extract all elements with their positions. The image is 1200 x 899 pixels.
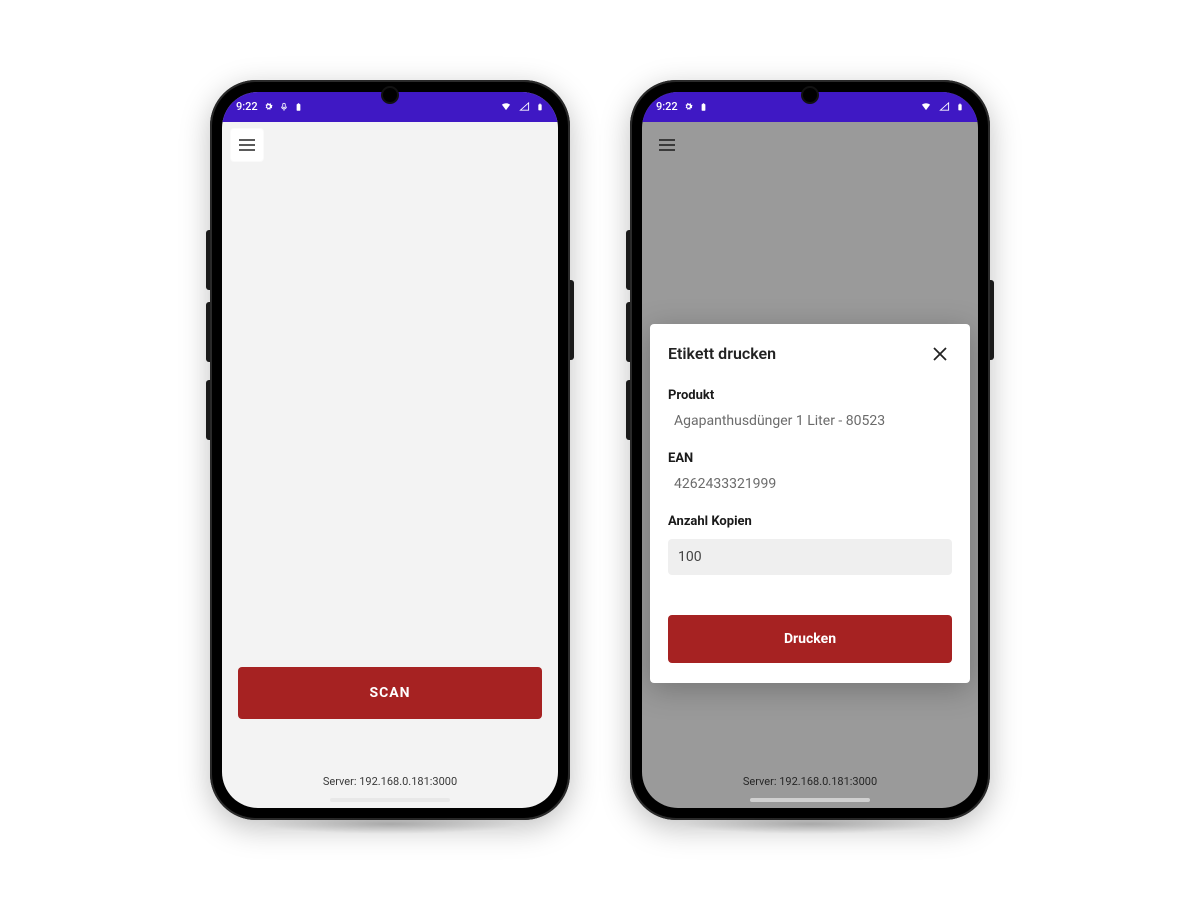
battery-icon [956,101,964,113]
print-button[interactable]: Drucken [668,615,952,663]
app-header [222,122,558,168]
print-dialog: Etikett drucken Produkt Agapanthusdünger… [650,324,970,683]
home-indicator[interactable] [330,798,450,802]
copies-input[interactable]: 100 [668,539,952,575]
battery-icon [536,101,544,113]
scan-button[interactable]: SCAN [238,667,542,719]
print-button-label: Drucken [784,631,836,647]
status-time: 9:22 [656,100,678,113]
product-label: Produkt [668,388,952,403]
mic-icon [279,101,289,113]
mockup-stage: 9:22 SCAN [0,0,1200,899]
menu-button[interactable] [230,128,264,162]
copies-label: Anzahl Kopien [668,514,952,529]
menu-button[interactable] [650,128,684,162]
scan-button-label: SCAN [369,685,410,701]
ean-value: 4262433321999 [668,476,952,492]
battery-saver-icon [294,101,303,113]
main-content: SCAN Server: 192.168.0.181:3000 [222,168,558,808]
signal-icon [518,101,531,112]
gear-icon [683,101,694,112]
main-content: Server: 192.168.0.181:3000 Etikett druck… [642,168,978,808]
app-header [642,122,978,168]
home-indicator[interactable] [750,798,870,802]
product-value: Agapanthusdünger 1 Liter - 80523 [668,413,952,429]
phone-screen-left: 9:22 SCAN [222,92,558,808]
wifi-icon [919,101,933,112]
phone-frame-left: 9:22 SCAN [210,80,570,820]
server-address: Server: 192.168.0.181:3000 [222,775,558,788]
ean-label: EAN [668,451,952,466]
status-time: 9:22 [236,100,258,113]
wifi-icon [499,101,513,112]
close-button[interactable] [928,342,952,366]
phone-frame-right: 9:22 Server: 192.168.0.181:3000 [630,80,990,820]
battery-saver-icon [699,101,708,113]
front-camera [803,88,817,102]
hamburger-icon [658,138,676,152]
front-camera [383,88,397,102]
server-address: Server: 192.168.0.181:3000 [642,775,978,788]
dialog-title: Etikett drucken [668,344,776,363]
close-icon [932,346,948,362]
hamburger-icon [238,138,256,152]
copies-value: 100 [678,549,702,565]
signal-icon [938,101,951,112]
gear-icon [263,101,274,112]
phone-screen-right: 9:22 Server: 192.168.0.181:3000 [642,92,978,808]
